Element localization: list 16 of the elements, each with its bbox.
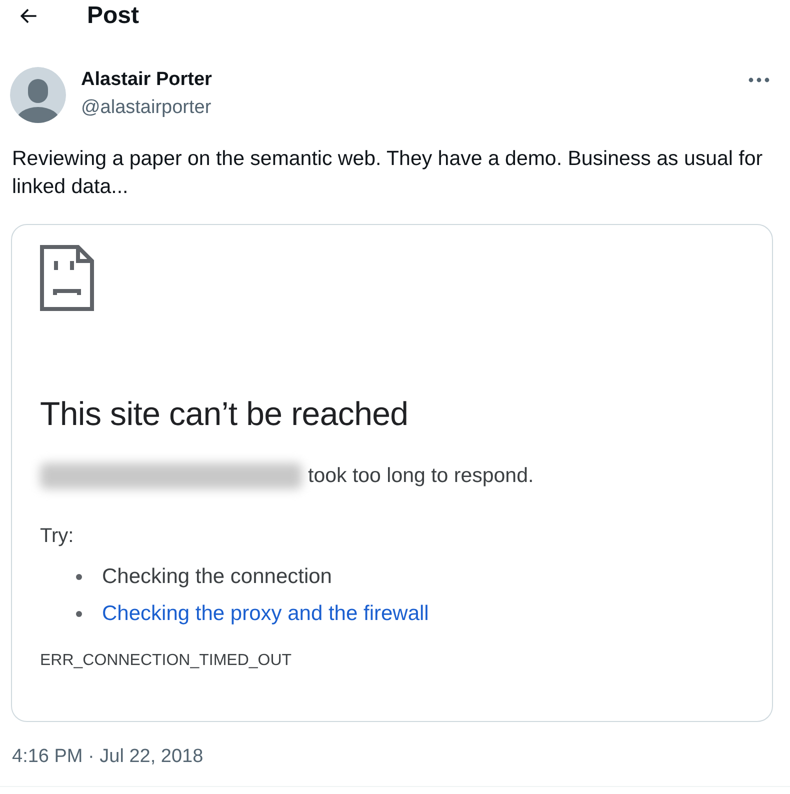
more-icon[interactable]	[748, 76, 770, 84]
bullet-icon	[76, 574, 82, 580]
sad-page-icon	[40, 245, 94, 311]
author-name[interactable]: Alastair Porter	[81, 69, 748, 91]
error-title: This site can’t be reached	[40, 395, 410, 433]
post-text: Reviewing a paper on the semantic web. They have a demo. Business as usual for linked data...	[12, 146, 764, 200]
avatar-icon[interactable]	[10, 67, 66, 123]
author-handle[interactable]: @alastairporter	[81, 97, 748, 119]
error-code: ERR_CONNECTION_TIMED_OUT	[40, 652, 293, 670]
suggestion-link[interactable]: Checking the proxy and the firewall	[102, 602, 429, 626]
post-timestamp[interactable]: 4:16 PM · Jul 22, 2018	[12, 746, 790, 768]
try-label: Try:	[40, 525, 75, 548]
suggestion-text: Checking the connection	[102, 564, 332, 588]
bullet-icon	[76, 610, 82, 616]
error-message: took too long to respond.	[308, 464, 534, 488]
page-title: Post	[87, 2, 140, 30]
